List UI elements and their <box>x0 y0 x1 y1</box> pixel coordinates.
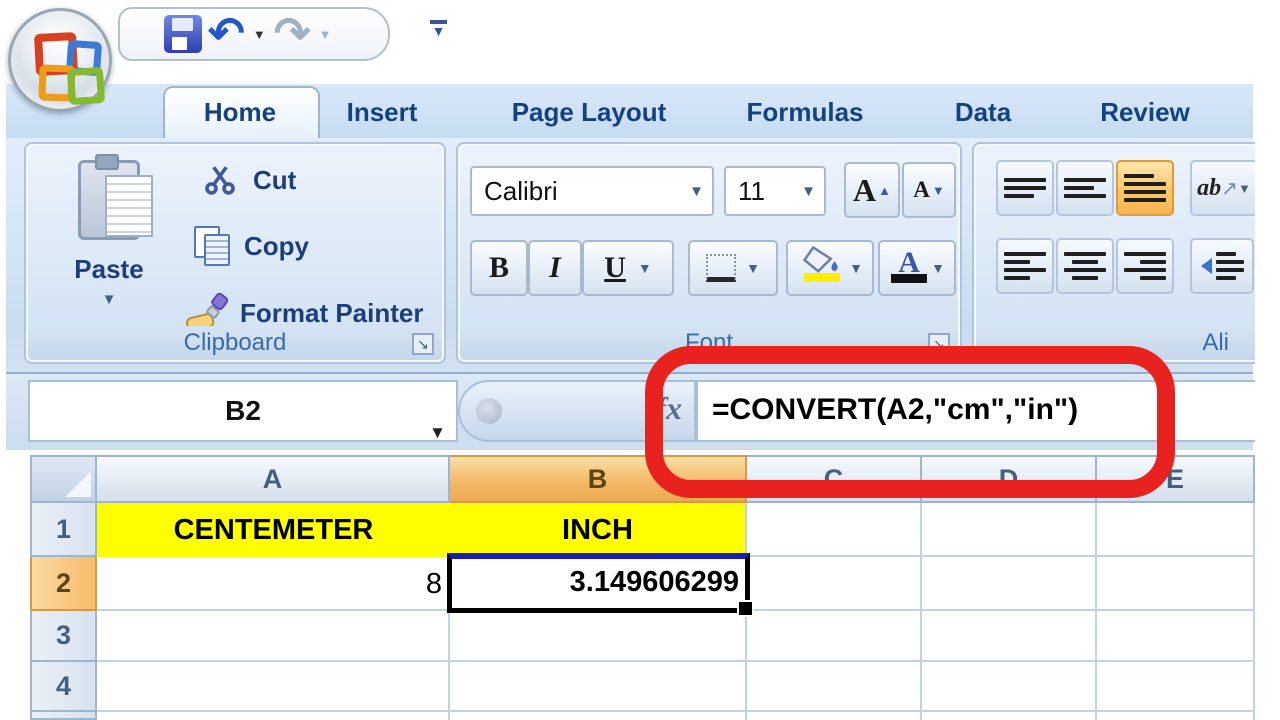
shrink-font-button[interactable]: A ▼ <box>902 162 956 218</box>
middle-align-icon <box>1064 178 1106 198</box>
italic-button[interactable]: I <box>528 240 582 296</box>
middle-align-button[interactable] <box>1056 160 1114 216</box>
gridline <box>97 710 1257 712</box>
font-color-button[interactable]: ​ A ▼ <box>878 240 956 296</box>
row-header-2[interactable]: 2 <box>30 557 97 611</box>
chevron-down-icon[interactable]: ▼ <box>801 183 824 200</box>
clipboard-dialog-launcher[interactable]: ↘ <box>412 333 434 355</box>
row-header-5-partial <box>30 712 97 720</box>
row-header-1[interactable]: 1 <box>30 503 97 557</box>
name-box-value: B2 <box>225 395 261 426</box>
row-header-3[interactable]: 3 <box>30 611 97 662</box>
cut-button[interactable]: Cut <box>201 162 296 198</box>
orientation-arrow-icon: ↗ <box>1221 177 1238 200</box>
cell-b2-value: 3.149606299 <box>569 566 739 598</box>
font-family-value: Calibri <box>484 175 558 206</box>
paste-dropdown-icon[interactable]: ▼ <box>48 291 170 308</box>
align-right-icon <box>1124 252 1166 280</box>
borders-button[interactable]: ▼ <box>688 240 778 296</box>
font-family-combo[interactable]: Calibri ▼ <box>470 166 714 216</box>
underline-dropdown-icon[interactable]: ▼ <box>638 260 652 276</box>
gridline <box>920 503 922 720</box>
undo-icon[interactable]: ↶ <box>208 12 245 56</box>
paste-button[interactable]: Paste ▼ <box>48 154 170 308</box>
bottom-align-icon <box>1124 174 1166 202</box>
clipboard-group: Paste ▼ Cut Copy Format Painter Clipboar… <box>24 142 446 364</box>
name-box[interactable]: B2 ▼ <box>28 380 458 442</box>
grow-font-arrow-icon: ▲ <box>878 182 891 198</box>
tab-formulas[interactable]: Formulas <box>740 86 870 138</box>
insert-function-button[interactable] <box>476 398 502 424</box>
chevron-down-icon: ▼ <box>431 23 446 39</box>
fill-handle[interactable] <box>737 600 754 617</box>
orientation-icon: ab <box>1197 174 1222 201</box>
customize-quick-access-toolbar-button[interactable]: ▼ <box>430 20 447 39</box>
font-color-icon: ​ A <box>889 246 929 290</box>
gridline <box>97 660 1257 662</box>
align-right-button[interactable] <box>1116 238 1174 294</box>
cell-a2[interactable]: 8 <box>97 557 442 611</box>
select-all-button[interactable] <box>30 455 97 503</box>
chevron-down-icon[interactable]: ▼ <box>689 183 712 200</box>
right-margin <box>1255 60 1280 720</box>
top-align-icon <box>1004 178 1046 198</box>
fill-color-button[interactable]: ▼ <box>786 240 874 296</box>
font-size-combo[interactable]: 11 ▼ <box>724 166 826 216</box>
scissors-icon <box>205 166 235 195</box>
gridline <box>1095 503 1097 720</box>
bold-button[interactable]: B <box>470 240 528 296</box>
decrease-indent-button[interactable] <box>1190 238 1254 294</box>
font-color-dropdown-icon[interactable]: ▼ <box>931 260 945 276</box>
fill-color-dropdown-icon[interactable]: ▼ <box>849 260 863 276</box>
paste-label: Paste <box>74 254 144 284</box>
font-group: Calibri ▼ 11 ▼ A ▲ A ▼ B I U ▼ ▼ ▼ A ▼ F… <box>456 142 962 364</box>
tab-data[interactable]: Data <box>938 86 1028 138</box>
grow-font-button[interactable]: A ▲ <box>844 162 900 218</box>
tab-home[interactable]: Home <box>170 86 310 138</box>
paste-clipboard-icon <box>78 154 153 240</box>
borders-icon <box>706 254 737 282</box>
save-icon[interactable] <box>164 15 202 53</box>
tab-review[interactable]: Review <box>1090 86 1200 138</box>
align-center-button[interactable] <box>1056 238 1114 294</box>
cell-b1[interactable]: INCH <box>450 503 745 557</box>
clipboard-group-label: Clipboard <box>28 326 442 360</box>
ribbon: Paste ▼ Cut Copy Format Painter Clipboar… <box>6 138 1259 375</box>
underline-button[interactable]: U ▼ <box>582 240 674 296</box>
copy-button[interactable]: Copy <box>194 226 309 266</box>
office-button[interactable] <box>8 8 112 112</box>
paint-bucket-icon <box>797 245 847 289</box>
annotation-highlight-box <box>645 346 1175 498</box>
align-left-icon <box>1004 252 1046 280</box>
redo-icon[interactable]: ↷ <box>274 12 311 56</box>
undo-dropdown-icon[interactable]: ▼ <box>251 27 268 42</box>
cell-a1[interactable]: CENTEMETER <box>97 503 450 557</box>
orientation-button[interactable]: ab ↗ ▼ <box>1190 160 1258 216</box>
decrease-indent-arrow-icon <box>1200 258 1212 274</box>
borders-dropdown-icon[interactable]: ▼ <box>746 260 760 276</box>
align-left-button[interactable] <box>996 238 1054 294</box>
indent-bars-icon <box>1215 252 1244 280</box>
top-align-button[interactable] <box>996 160 1054 216</box>
row-header-4[interactable]: 4 <box>30 662 97 712</box>
shrink-font-arrow-icon: ▼ <box>931 182 945 198</box>
bottom-align-button[interactable] <box>1116 160 1174 216</box>
align-center-icon <box>1064 252 1106 280</box>
excel-window: Home Insert Page Layout Formulas Data Re… <box>0 0 1280 720</box>
redo-dropdown-icon[interactable]: ▼ <box>317 27 334 42</box>
column-header-a[interactable]: A <box>97 455 450 503</box>
tab-insert[interactable]: Insert <box>332 86 432 138</box>
alignment-group: ab ↗ ▼ Ali <box>972 142 1259 364</box>
tab-page-layout[interactable]: Page Layout <box>496 86 682 138</box>
quick-access-toolbar: ↶ ▼ ↷ ▼ <box>118 7 390 61</box>
orientation-dropdown-icon[interactable]: ▼ <box>1238 181 1251 196</box>
copy-pages-icon <box>194 226 232 266</box>
cell-b2-selected[interactable]: 3.149606299 <box>447 553 754 617</box>
font-size-value: 11 <box>738 175 765 206</box>
select-all-triangle-icon <box>65 471 91 497</box>
